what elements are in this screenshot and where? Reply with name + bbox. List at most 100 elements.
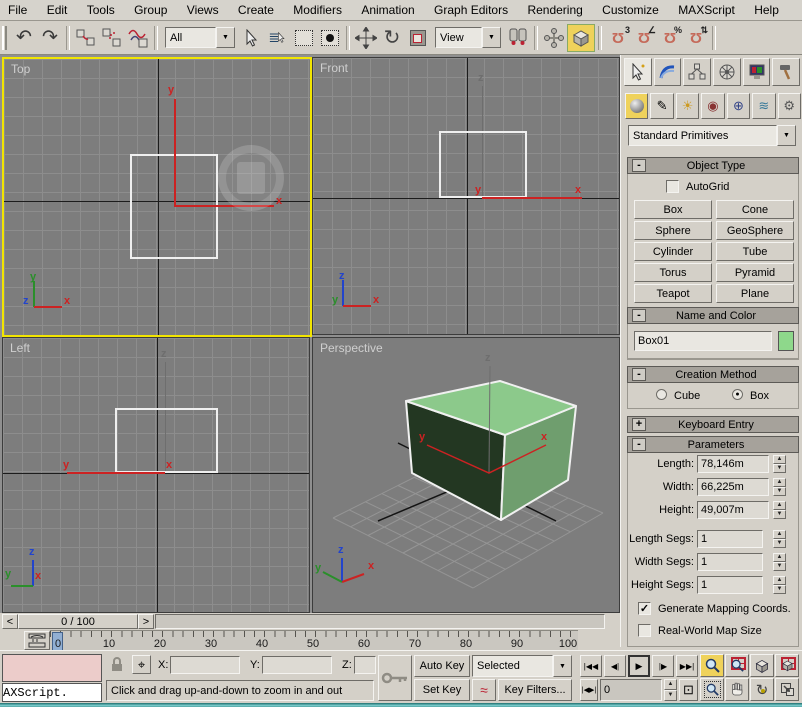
category-lights[interactable]: ☀ xyxy=(676,93,699,119)
select-and-move-button[interactable] xyxy=(353,25,379,51)
undo-button[interactable]: ↶ xyxy=(11,25,37,51)
collapse-icon[interactable]: - xyxy=(632,159,646,172)
rollout-object-type-header[interactable]: - Object Type xyxy=(627,157,799,174)
object-type-geosphere-button[interactable]: GeoSphere xyxy=(716,221,794,240)
absolute-mode-transform-type-in[interactable]: ⌖ xyxy=(132,655,151,674)
length-spinner[interactable]: ▲▼ xyxy=(773,455,786,473)
generate-mapping-label[interactable]: Generate Mapping Coords. xyxy=(658,603,791,615)
rectangular-selection-region-button[interactable] xyxy=(291,25,317,51)
time-configuration-button[interactable]: ⊡ xyxy=(679,679,698,701)
object-type-sphere-button[interactable]: Sphere xyxy=(634,221,712,240)
menu-group[interactable]: Group xyxy=(126,0,175,20)
height-segs-field[interactable]: 1 xyxy=(697,576,763,594)
real-world-checkbox[interactable] xyxy=(638,624,651,637)
menu-animation[interactable]: Animation xyxy=(353,0,422,20)
autogrid-label[interactable]: AutoGrid xyxy=(686,181,729,193)
reference-coordinate-system-dropdown[interactable]: View ▼ xyxy=(435,27,501,48)
select-by-name-button[interactable]: ≣ xyxy=(265,25,291,51)
tab-create[interactable] xyxy=(624,58,652,86)
category-helpers[interactable]: ⊕ xyxy=(727,93,750,119)
open-mini-curve-editor-button[interactable] xyxy=(24,631,50,650)
window-crossing-toggle[interactable] xyxy=(317,25,343,51)
category-cameras[interactable]: ◉ xyxy=(701,93,724,119)
tab-motion[interactable] xyxy=(713,58,741,86)
object-type-teapot-button[interactable]: Teapot xyxy=(634,284,712,303)
object-type-box-button[interactable]: Box xyxy=(634,200,712,219)
height-field[interactable]: 49,007m xyxy=(697,501,769,519)
width-segs-field[interactable]: 1 xyxy=(697,553,763,571)
rollout-name-color-header[interactable]: - Name and Color xyxy=(627,307,799,324)
length-segs-spinner[interactable]: ▲▼ xyxy=(773,530,786,548)
object-type-plane-button[interactable]: Plane xyxy=(716,284,794,303)
percent-snap-toggle[interactable]: Ω% xyxy=(657,25,683,51)
zoom-all-button[interactable] xyxy=(725,654,749,677)
menu-customize[interactable]: Customize xyxy=(594,0,667,20)
pan-view-button[interactable] xyxy=(725,678,749,701)
object-name-field[interactable]: Box01 xyxy=(634,331,772,351)
set-keys-key-button[interactable] xyxy=(378,655,412,701)
tab-display[interactable] xyxy=(743,58,771,86)
dropdown-arrow-icon[interactable]: ▼ xyxy=(553,655,572,677)
viewport-perspective[interactable]: Perspective xyxy=(312,337,620,613)
rollout-parameters-header[interactable]: - Parameters xyxy=(627,436,799,453)
select-and-rotate-button[interactable]: ↻ xyxy=(379,25,405,51)
real-world-label[interactable]: Real-World Map Size xyxy=(658,625,762,637)
select-and-manipulate-button[interactable] xyxy=(541,25,567,51)
zoom-button[interactable] xyxy=(700,654,724,677)
maximize-viewport-toggle[interactable] xyxy=(775,678,799,701)
viewport-front-label[interactable]: Front xyxy=(320,61,348,75)
menu-edit[interactable]: Edit xyxy=(39,0,76,20)
selection-lock-toggle[interactable] xyxy=(110,657,126,673)
menu-graph-editors[interactable]: Graph Editors xyxy=(426,0,516,20)
collapse-icon[interactable]: - xyxy=(632,438,646,451)
redo-button[interactable]: ↷ xyxy=(37,25,63,51)
height-segs-spinner[interactable]: ▲▼ xyxy=(773,576,786,594)
dropdown-arrow-icon[interactable]: ▼ xyxy=(777,125,796,146)
region-zoom-button[interactable] xyxy=(700,678,724,701)
select-object-button[interactable] xyxy=(239,25,265,51)
toolbar-grip[interactable] xyxy=(2,26,7,50)
frame-spinner[interactable]: ▲▼ xyxy=(664,679,677,701)
menu-modifiers[interactable]: Modifiers xyxy=(285,0,350,20)
previous-frame-arrow[interactable]: < xyxy=(2,614,18,629)
menu-rendering[interactable]: Rendering xyxy=(519,0,590,20)
autogrid-checkbox[interactable] xyxy=(666,180,679,193)
category-shapes[interactable]: ✎ xyxy=(650,93,673,119)
selection-filter-dropdown[interactable]: All ▼ xyxy=(165,27,235,48)
height-spinner[interactable]: ▲▼ xyxy=(773,501,786,519)
set-key-button[interactable]: Set Key xyxy=(414,679,470,701)
zoom-extents-button[interactable] xyxy=(750,654,774,677)
spinner-snap-toggle[interactable]: Ω⇅ xyxy=(683,25,709,51)
length-segs-field[interactable]: 1 xyxy=(697,530,763,548)
key-filters-button[interactable]: Key Filters... xyxy=(498,679,572,701)
collapse-icon[interactable]: - xyxy=(632,368,646,381)
time-slider-track[interactable] xyxy=(155,614,605,629)
tab-utilities[interactable] xyxy=(772,58,800,86)
object-type-tube-button[interactable]: Tube xyxy=(716,242,794,261)
collapse-icon[interactable]: - xyxy=(632,309,646,322)
generate-mapping-checkbox[interactable]: ✓ xyxy=(638,602,651,615)
object-type-pyramid-button[interactable]: Pyramid xyxy=(716,263,794,282)
viewport-perspective-label[interactable]: Perspective xyxy=(320,341,383,355)
view-rotation-ghost-widget[interactable] xyxy=(218,145,284,211)
menu-create[interactable]: Create xyxy=(230,0,282,20)
angle-snap-toggle[interactable]: Ω∠ xyxy=(631,25,657,51)
dropdown-arrow-icon[interactable]: ▼ xyxy=(482,27,501,48)
object-type-cone-button[interactable]: Cone xyxy=(716,200,794,219)
dropdown-arrow-icon[interactable]: ▼ xyxy=(216,27,235,48)
length-field[interactable]: 78,146m xyxy=(697,455,769,473)
zoom-extents-all-button[interactable] xyxy=(775,654,799,677)
y-coordinate-field[interactable] xyxy=(262,656,332,674)
select-and-link-icon[interactable] xyxy=(73,25,99,51)
viewport-left[interactable]: Left z y x z y x xyxy=(2,337,310,613)
snaps-toggle-3d[interactable]: Ω3 xyxy=(605,25,631,51)
viewport-left-label[interactable]: Left xyxy=(10,341,30,355)
creation-method-box-radio[interactable]: ● xyxy=(732,389,743,400)
track-bar-ruler[interactable]: 0 10 20 30 40 50 60 70 80 90 100 xyxy=(50,630,578,651)
use-pivot-point-center-button[interactable] xyxy=(505,25,531,51)
current-frame-field[interactable]: 0 xyxy=(600,679,662,701)
category-geometry[interactable] xyxy=(625,93,648,119)
x-coordinate-field[interactable] xyxy=(170,656,240,674)
object-type-torus-button[interactable]: Torus xyxy=(634,263,712,282)
next-frame-button[interactable]: |▶ xyxy=(652,655,674,677)
